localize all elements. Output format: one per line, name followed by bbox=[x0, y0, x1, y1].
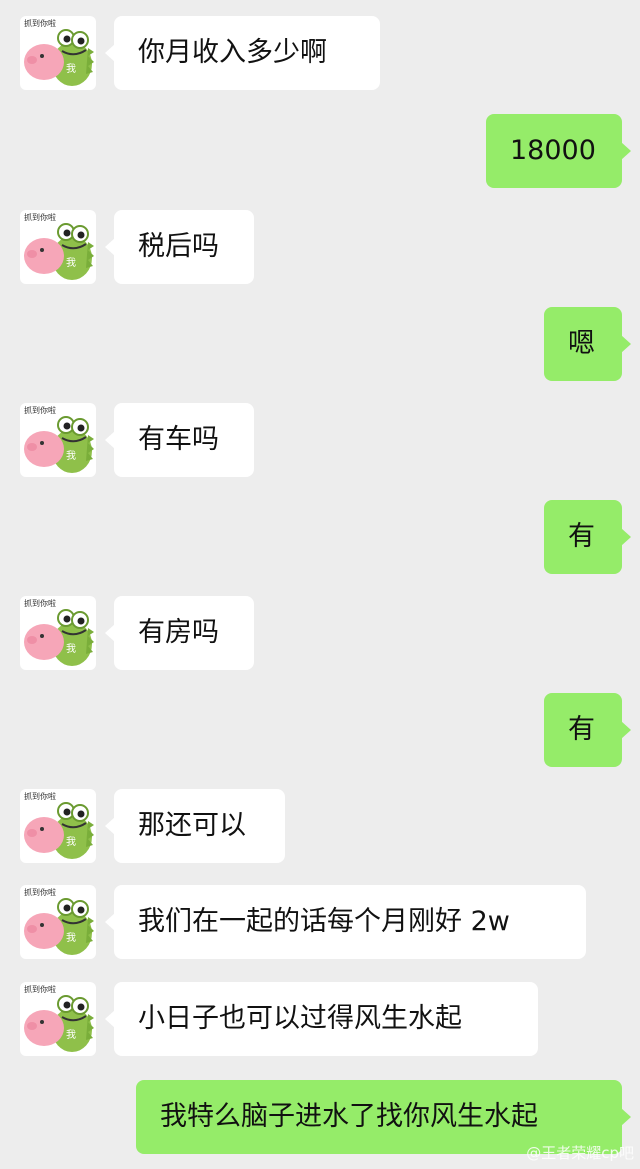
chat-history: 抓到你啦我 你月收入多少啊 18000 抓到你啦我 税后吗 嗯 抓到你啦我 有车… bbox=[0, 0, 640, 1169]
incoming-message-bubble[interactable]: 有车吗 bbox=[105, 403, 254, 477]
frog-pig-avatar-icon: 抓到你啦我 bbox=[24, 18, 94, 86]
svg-text:抓到你啦: 抓到你啦 bbox=[24, 18, 56, 28]
svg-text:抓到你啦: 抓到你啦 bbox=[24, 887, 56, 897]
contact-avatar[interactable]: 抓到你啦我 bbox=[20, 596, 96, 670]
contact-avatar[interactable]: 抓到你啦我 bbox=[20, 885, 96, 959]
incoming-message-bubble[interactable]: 你月收入多少啊 bbox=[105, 16, 380, 90]
frog-pig-avatar-icon: 抓到你啦我 bbox=[24, 405, 94, 473]
frog-pig-avatar-icon: 抓到你啦我 bbox=[24, 212, 94, 280]
contact-avatar[interactable]: 抓到你啦我 bbox=[20, 789, 96, 863]
svg-text:我: 我 bbox=[66, 1029, 76, 1041]
svg-text:我: 我 bbox=[66, 257, 76, 269]
frog-pig-avatar-icon: 抓到你啦我 bbox=[24, 791, 94, 859]
incoming-message-bubble[interactable]: 那还可以 bbox=[105, 789, 285, 863]
frog-pig-avatar-icon: 抓到你啦我 bbox=[24, 598, 94, 666]
incoming-message-bubble[interactable]: 我们在一起的话每个月刚好 2w bbox=[105, 885, 586, 959]
svg-text:我: 我 bbox=[66, 643, 76, 655]
incoming-message-bubble[interactable]: 税后吗 bbox=[105, 210, 254, 284]
contact-avatar[interactable]: 抓到你啦我 bbox=[20, 982, 96, 1056]
outgoing-message-bubble[interactable]: 18000 bbox=[486, 114, 631, 188]
frog-pig-avatar-icon: 抓到你啦我 bbox=[24, 887, 94, 955]
svg-text:我: 我 bbox=[66, 450, 76, 462]
svg-text:抓到你啦: 抓到你啦 bbox=[24, 791, 56, 801]
incoming-message-bubble[interactable]: 有房吗 bbox=[105, 596, 254, 670]
contact-avatar[interactable]: 抓到你啦我 bbox=[20, 403, 96, 477]
svg-text:抓到你啦: 抓到你啦 bbox=[24, 212, 56, 222]
outgoing-message-bubble[interactable]: 有 bbox=[544, 500, 631, 574]
outgoing-message-bubble[interactable]: 有 bbox=[544, 693, 631, 767]
svg-text:我: 我 bbox=[66, 836, 76, 848]
contact-avatar[interactable]: 抓到你啦我 bbox=[20, 16, 96, 90]
frog-pig-avatar-icon: 抓到你啦我 bbox=[24, 984, 94, 1052]
svg-text:抓到你啦: 抓到你啦 bbox=[24, 405, 56, 415]
svg-text:我: 我 bbox=[66, 63, 76, 75]
svg-text:抓到你啦: 抓到你啦 bbox=[24, 598, 56, 608]
incoming-message-bubble[interactable]: 小日子也可以过得风生水起 bbox=[105, 982, 538, 1056]
outgoing-message-bubble[interactable]: 嗯 bbox=[544, 307, 631, 381]
contact-avatar[interactable]: 抓到你啦我 bbox=[20, 210, 96, 284]
watermark-label: @王者荣耀cp吧 bbox=[526, 1144, 634, 1162]
svg-text:抓到你啦: 抓到你啦 bbox=[24, 984, 56, 994]
svg-text:我: 我 bbox=[66, 932, 76, 944]
